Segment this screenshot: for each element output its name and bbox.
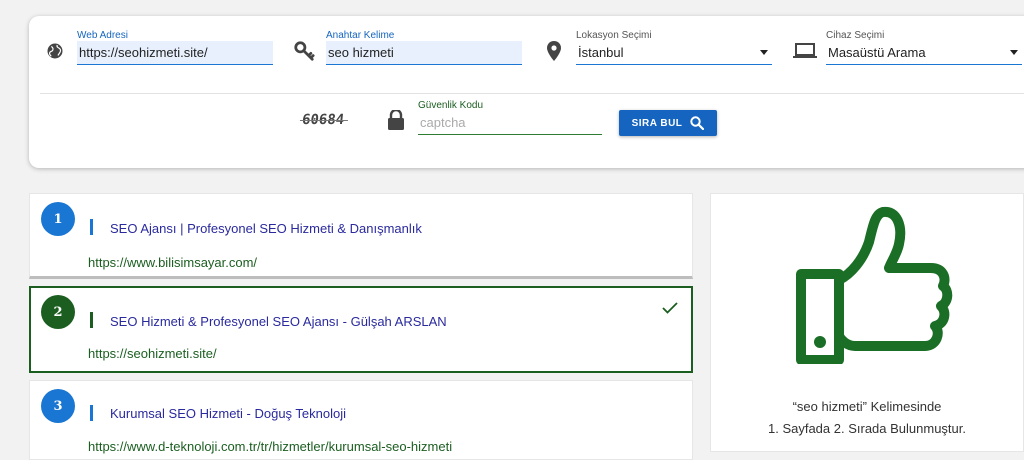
result-title[interactable]: SEO Hizmeti & Profesyonel SEO Ajansı - G… [110, 314, 447, 329]
website-label: Web Adresi [77, 30, 128, 41]
result-title[interactable]: SEO Ajansı | Profesyonel SEO Hizmeti & D… [110, 221, 422, 236]
result-summary-card: “seo hizmeti” Kelimesinde 1. Sayfada 2. … [710, 193, 1024, 452]
result-url[interactable]: https://www.bilisimsayar.com/ [88, 255, 257, 270]
rank-badge: 2 [41, 295, 75, 329]
summary-line-1: “seo hizmeti” Kelimesinde [792, 399, 942, 414]
result-item[interactable]: 1 SEO Ajansı | Profesyonel SEO Hizmeti &… [29, 193, 693, 279]
website-input[interactable]: https://seohizmeti.site/ [77, 41, 273, 65]
chevron-down-icon[interactable] [760, 50, 768, 55]
find-rank-button[interactable]: SIRA BUL [619, 110, 717, 136]
laptop-icon [793, 43, 817, 58]
keyword-label: Anahtar Kelime [326, 30, 395, 41]
device-label: Cihaz Seçimi [826, 30, 885, 41]
title-accent-bar [90, 219, 93, 235]
search-form-card: Web Adresi https://seohizmeti.site/ Anah… [29, 16, 1024, 168]
chevron-down-icon[interactable] [1010, 50, 1018, 55]
location-pin-icon [547, 41, 561, 61]
result-item-highlighted[interactable]: 2 SEO Hizmeti & Profesyonel SEO Ajansı -… [29, 286, 693, 373]
thumbs-up-icon [796, 206, 953, 364]
summary-line-2: 1. Sayfada 2. Sırada Bulunmuştur. [767, 421, 966, 436]
rank-badge: 1 [41, 202, 75, 236]
captcha-placeholder: captcha [420, 115, 466, 130]
title-accent-bar [90, 312, 93, 328]
result-title[interactable]: Kurumsal SEO Hizmeti - Doğuş Teknoloji [110, 406, 346, 421]
key-icon [294, 41, 315, 61]
find-rank-button-label: SIRA BUL [631, 117, 683, 129]
check-icon [662, 302, 678, 314]
keyword-input[interactable]: seo hizmeti [326, 41, 522, 65]
location-label: Lokasyon Seçimi [576, 30, 652, 41]
device-select[interactable]: Masaüstü Arama [826, 41, 1022, 65]
globe-icon [47, 43, 63, 59]
captcha-image: 60684 [301, 112, 345, 128]
result-url[interactable]: https://seohizmeti.site/ [88, 346, 217, 361]
form-divider [40, 93, 1024, 94]
lock-icon [388, 110, 404, 130]
rank-badge: 3 [41, 389, 75, 423]
security-code-label: Güvenlik Kodu [418, 100, 484, 111]
title-accent-bar [90, 405, 93, 421]
location-select[interactable]: İstanbul [576, 41, 772, 65]
result-item[interactable]: 3 Kurumsal SEO Hizmeti - Doğuş Teknoloji… [29, 380, 693, 460]
captcha-input[interactable]: captcha [418, 111, 602, 135]
search-icon [690, 116, 705, 130]
